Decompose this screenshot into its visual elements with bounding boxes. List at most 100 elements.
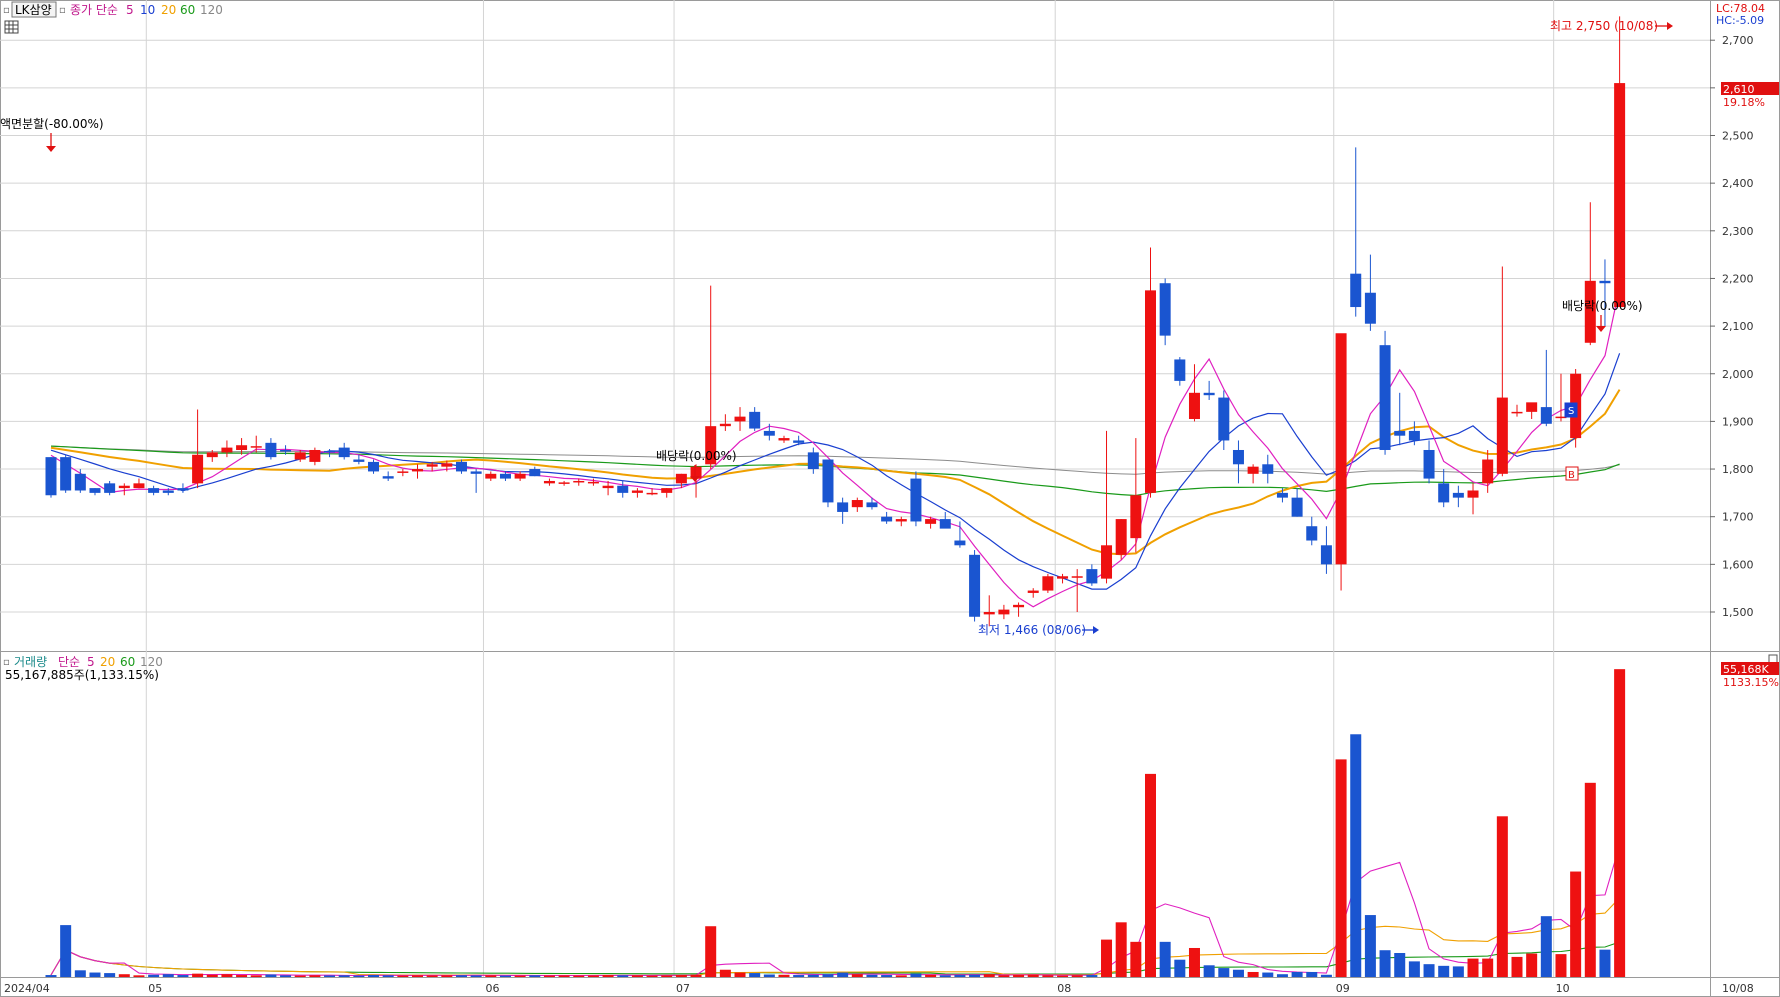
sell-signal-marker[interactable]: S — [1564, 402, 1578, 418]
volume-bar — [441, 975, 453, 977]
volume-bar — [617, 975, 629, 977]
candle-body — [1232, 449, 1244, 465]
candle-body — [162, 490, 174, 493]
candle-body — [763, 430, 775, 436]
volume-bar — [250, 975, 262, 977]
volume-options-icon[interactable]: ▫ — [3, 657, 10, 668]
volume-bar — [485, 975, 497, 977]
candle-body — [221, 447, 233, 453]
volume-bar — [1101, 939, 1113, 977]
volume-bar — [675, 975, 687, 977]
volume-bar — [1232, 969, 1244, 977]
volume-legend-ma20[interactable]: 20 — [100, 655, 115, 669]
candle-body — [1438, 483, 1450, 503]
volume-bar — [1408, 961, 1420, 977]
candle-body — [1614, 83, 1626, 308]
candle-body — [324, 450, 336, 453]
price-legend-ma10[interactable]: 10 — [140, 3, 155, 17]
buy-signal-marker[interactable]: B — [1565, 466, 1579, 481]
price-legend-label[interactable]: 종가 단순 — [70, 3, 118, 17]
volume-legend-kind[interactable]: 단순 — [58, 655, 80, 669]
volume-bar — [177, 975, 189, 977]
price-legend-ma120[interactable]: 120 — [200, 3, 223, 17]
volume-bar — [529, 975, 541, 977]
volume-pane-close-icon[interactable] — [1768, 654, 1778, 664]
price-tick-label: 1,700 — [1722, 511, 1754, 524]
candle-body — [983, 612, 995, 615]
price-tick-label: 1,600 — [1722, 558, 1754, 571]
volume-legend-ma120[interactable]: 120 — [140, 655, 163, 669]
volume-bar — [881, 975, 893, 977]
volume-bar — [74, 970, 86, 977]
candle-body — [1159, 283, 1171, 336]
volume-bar — [661, 975, 673, 977]
volume-bar — [925, 974, 937, 977]
candle-body — [1467, 490, 1479, 498]
grid-icon[interactable] — [4, 20, 19, 34]
candle-body — [925, 519, 937, 524]
last-volume-tag: 55,168K 1133.15% — [1721, 662, 1779, 689]
candle-body — [74, 473, 86, 491]
candle-body — [529, 469, 541, 477]
volume-bar — [969, 974, 981, 977]
volume-bar — [1027, 974, 1039, 977]
price-legend-ma5[interactable]: 5 — [126, 3, 134, 17]
candle-body — [470, 471, 482, 474]
price-legend-ma60[interactable]: 60 — [180, 3, 195, 17]
candle-body — [250, 446, 262, 448]
candle-body — [807, 452, 819, 470]
candle-body — [1188, 392, 1200, 420]
last-volume-value: 55,168K — [1723, 663, 1769, 676]
volume-bar — [1599, 949, 1611, 977]
volume-bar — [778, 974, 790, 977]
volume-legend-label[interactable]: 거래량 — [14, 655, 47, 669]
candle-body — [1394, 430, 1406, 436]
volume-bar — [338, 975, 350, 977]
candle-body — [1013, 604, 1025, 608]
volume-bar — [236, 975, 248, 977]
volume-bar — [543, 975, 555, 977]
volume-bar — [1247, 971, 1259, 977]
candle-body — [441, 463, 453, 467]
volume-bar — [514, 975, 526, 977]
candle-body — [353, 459, 365, 462]
candle-body — [1599, 280, 1611, 284]
candle-body — [133, 483, 145, 489]
candle-body — [309, 449, 321, 462]
candle-body — [265, 442, 277, 458]
candle-body — [455, 461, 467, 472]
volume-bar — [1291, 971, 1303, 977]
volume-bar — [954, 975, 966, 977]
candle-body — [426, 464, 438, 467]
volume-bar — [118, 974, 130, 977]
volume-bar — [983, 974, 995, 977]
volume-legend-ma5[interactable]: 5 — [87, 655, 95, 669]
toolbar-options-icon[interactable]: ▫ — [3, 5, 10, 16]
volume-bar — [1130, 941, 1142, 977]
volume-bar — [192, 973, 204, 977]
candle-body — [1452, 492, 1464, 498]
candle-body — [177, 488, 189, 491]
volume-bar — [45, 975, 57, 977]
stock-chart[interactable]: 2,7002,6002,5002,4002,3002,2002,1002,000… — [0, 0, 1780, 997]
volume-bar — [470, 975, 482, 977]
volume-bar — [324, 975, 336, 977]
candle-body — [631, 490, 643, 493]
volume-bar — [1467, 958, 1479, 977]
volume-bar — [1364, 915, 1376, 977]
price-legend-ma20[interactable]: 20 — [161, 3, 176, 17]
volume-bar — [1438, 965, 1450, 977]
last-volume-pct: 1133.15% — [1723, 676, 1779, 689]
price-legend-options-icon[interactable]: ▫ — [59, 5, 66, 16]
volume-bar — [309, 975, 321, 977]
candle-body — [1379, 345, 1391, 450]
symbol-name[interactable]: LK삼양 — [15, 3, 52, 17]
price-tick-label: 1,500 — [1722, 606, 1754, 619]
volume-bar — [1511, 956, 1523, 977]
volume-legend-ma60[interactable]: 60 — [120, 655, 135, 669]
volume-bar — [1306, 971, 1318, 977]
candle-body — [1218, 397, 1230, 441]
volume-bar — [851, 974, 863, 977]
volume-bar — [998, 975, 1010, 977]
candle-body — [822, 459, 834, 503]
